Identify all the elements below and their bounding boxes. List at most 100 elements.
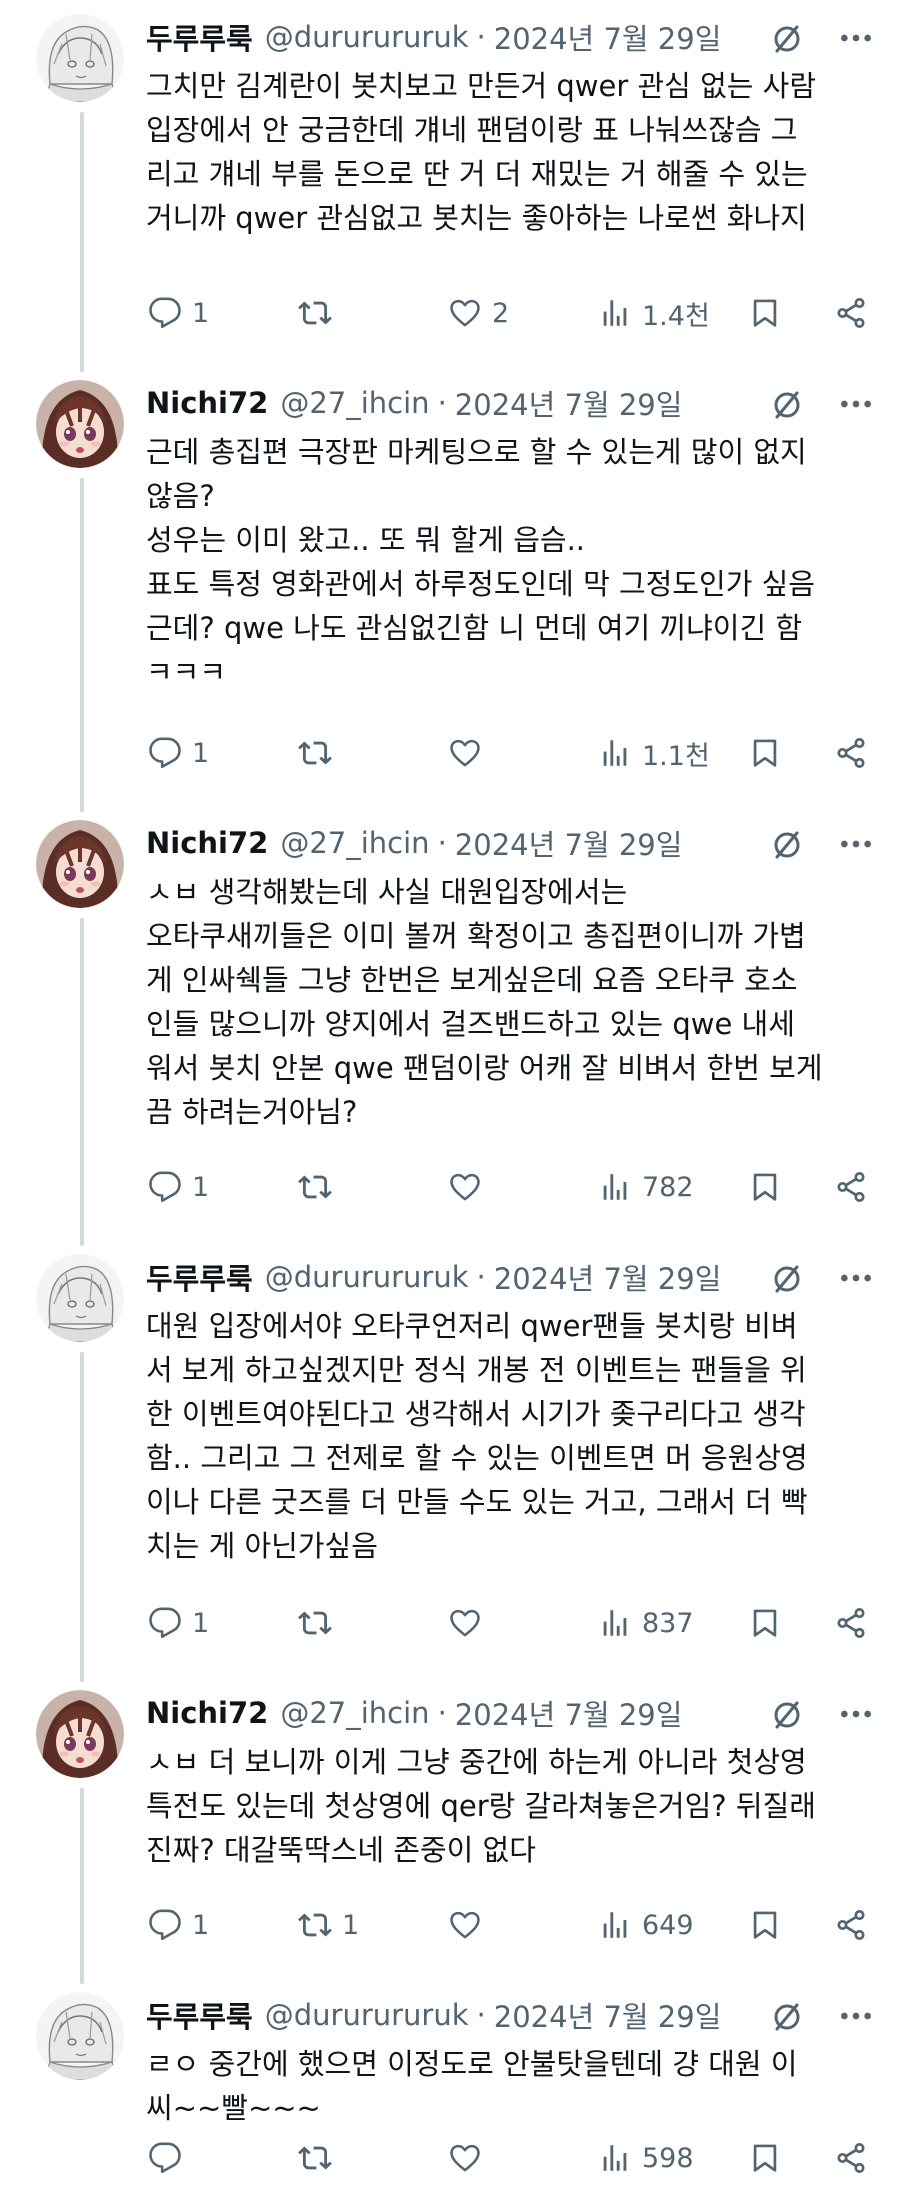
user-handle[interactable]: @dururururuk [265, 20, 469, 54]
tweet[interactable]: Nichi72 @27_ihcin · 2024년 7월 29일 ㅅㅂ 생각해봤… [0, 806, 900, 1246]
tweet[interactable]: Nichi72 @27_ihcin · 2024년 7월 29일 ㅅㅂ 더 보니… [0, 1676, 900, 1984]
bookmark-button[interactable] [748, 1162, 782, 1212]
bookmark-button[interactable] [748, 1900, 782, 1950]
user-handle[interactable]: @27_ihcin [280, 826, 429, 860]
tweet-text: 그치만 김계란이 봇치보고 만든거 qwer 관심 없는 사람 입장에서 안 궁… [146, 69, 817, 235]
avatar[interactable] [36, 820, 124, 908]
display-name[interactable]: 두루루룩 [146, 1994, 253, 2036]
views-button[interactable]: 837 [598, 1598, 694, 1648]
grok-slash-icon[interactable] [770, 828, 804, 862]
like-button[interactable] [448, 1162, 492, 1212]
repost-button[interactable] [298, 1162, 342, 1212]
bookmark-button[interactable] [748, 2133, 782, 2183]
tweet[interactable]: 두루루룩 @dururururuk · 2024년 7월 29일 그치만 김계란… [0, 0, 900, 372]
share-icon [837, 1608, 865, 1638]
tweet-date[interactable]: 2024년 7월 29일 [494, 1256, 722, 1298]
tweet-date[interactable]: 2024년 7월 29일 [455, 382, 683, 424]
repost-button[interactable] [298, 728, 342, 778]
repost-button[interactable] [298, 1598, 342, 1648]
grok-slash-icon[interactable] [770, 22, 804, 56]
share-button[interactable] [834, 728, 868, 778]
more-dots-icon[interactable] [836, 1998, 876, 2034]
avatar[interactable] [36, 380, 124, 468]
bookmark-button[interactable] [748, 728, 782, 778]
tweet[interactable]: 두루루룩 @dururururuk · 2024년 7월 29일 ㄹㅇ 중간에 … [0, 1978, 900, 2211]
repost-button[interactable]: 1 [298, 1900, 359, 1950]
display-name[interactable]: Nichi72 [146, 826, 268, 860]
repost-count: 1 [342, 1909, 360, 1941]
avatar[interactable] [36, 1690, 124, 1778]
user-handle[interactable]: @dururururuk [265, 1998, 469, 2032]
repost-icon [298, 1611, 332, 1635]
reply-button[interactable] [148, 2133, 192, 2183]
like-button[interactable]: 2 [448, 288, 509, 338]
like-button[interactable] [448, 1900, 492, 1950]
display-name[interactable]: 두루루룩 [146, 1256, 253, 1298]
views-button[interactable]: 1.4천 [598, 288, 710, 338]
views-button[interactable]: 782 [598, 1162, 694, 1212]
views-icon [603, 2145, 627, 2171]
view-count: 1.4천 [642, 300, 710, 332]
avatar[interactable] [36, 1992, 124, 2080]
grok-slash-icon[interactable] [770, 1262, 804, 1296]
tweet[interactable]: Nichi72 @27_ihcin · 2024년 7월 29일 근데 총집편 … [0, 366, 900, 812]
repost-icon [298, 2146, 332, 2170]
more-dots-icon[interactable] [836, 20, 876, 56]
display-name[interactable]: Nichi72 [146, 386, 268, 420]
avatar[interactable] [36, 1254, 124, 1342]
header-separator: · [476, 1998, 486, 2032]
reply-count: 1 [192, 1171, 210, 1203]
tweet-date[interactable]: 2024년 7월 29일 [455, 1692, 683, 1734]
like-button[interactable] [448, 728, 492, 778]
bookmark-button[interactable] [748, 288, 782, 338]
tweet[interactable]: 두루루룩 @dururururuk · 2024년 7월 29일 대원 입장에서… [0, 1240, 900, 1682]
tweet-text: 근데 총집편 극장판 마케팅으로 할 수 있는게 많이 없지 않음? 성우는 이… [146, 435, 815, 689]
view-count: 837 [642, 1607, 694, 1639]
bookmark-icon [753, 739, 777, 767]
reply-icon [149, 737, 181, 769]
grok-slash-icon[interactable] [770, 2000, 804, 2034]
action-bar: 1 837 [146, 1598, 876, 1648]
views-icon [603, 1912, 627, 1938]
tweet-date[interactable]: 2024년 7월 29일 [455, 822, 683, 864]
user-handle[interactable]: @27_ihcin [280, 386, 429, 420]
view-count: 649 [642, 1909, 694, 1941]
display-name[interactable]: 두루루룩 [146, 16, 253, 58]
header-separator: · [437, 826, 447, 860]
avatar[interactable] [36, 14, 124, 102]
view-count: 782 [642, 1171, 694, 1203]
thread-connector-line [80, 1352, 84, 1682]
display-name[interactable]: Nichi72 [146, 1696, 268, 1730]
share-button[interactable] [834, 1598, 868, 1648]
grok-slash-icon[interactable] [770, 388, 804, 422]
reply-button[interactable]: 1 [148, 1900, 209, 1950]
reply-button[interactable]: 1 [148, 728, 209, 778]
more-dots-icon[interactable] [836, 386, 876, 422]
share-button[interactable] [834, 1900, 868, 1950]
reply-button[interactable]: 1 [148, 1162, 209, 1212]
repost-button[interactable] [298, 2133, 342, 2183]
tweet-date[interactable]: 2024년 7월 29일 [494, 16, 722, 58]
share-button[interactable] [834, 2133, 868, 2183]
like-button[interactable] [448, 1598, 492, 1648]
views-button[interactable]: 598 [598, 2133, 694, 2183]
more-dots-icon[interactable] [836, 1260, 876, 1296]
share-button[interactable] [834, 288, 868, 338]
user-handle[interactable]: @dururururuk [265, 1260, 469, 1294]
like-count: 2 [492, 297, 510, 329]
more-dots-icon[interactable] [836, 826, 876, 862]
tweet-date[interactable]: 2024년 7월 29일 [494, 1994, 722, 2036]
views-button[interactable]: 649 [598, 1900, 694, 1950]
reply-button[interactable]: 1 [148, 288, 209, 338]
reply-button[interactable]: 1 [148, 1598, 209, 1648]
views-icon [603, 740, 627, 766]
views-button[interactable]: 1.1천 [598, 728, 710, 778]
share-button[interactable] [834, 1162, 868, 1212]
like-button[interactable] [448, 2133, 492, 2183]
thread-connector-line [80, 112, 84, 372]
bookmark-button[interactable] [748, 1598, 782, 1648]
user-handle[interactable]: @27_ihcin [280, 1696, 429, 1730]
repost-button[interactable] [298, 288, 342, 338]
more-dots-icon[interactable] [836, 1696, 876, 1732]
grok-slash-icon[interactable] [770, 1698, 804, 1732]
